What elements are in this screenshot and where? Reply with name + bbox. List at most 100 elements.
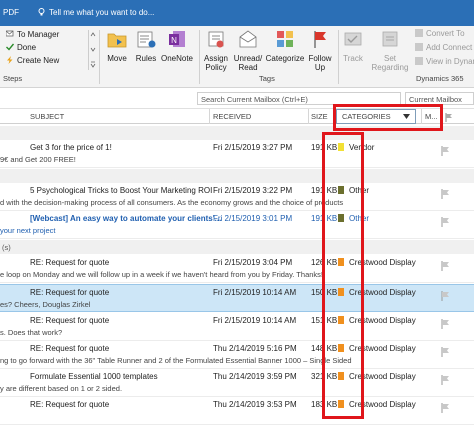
message-subject: RE: Request for quote bbox=[30, 258, 110, 267]
assign-policy-icon bbox=[208, 31, 224, 48]
tags-group-label: Tags bbox=[259, 74, 275, 83]
categorize-button[interactable]: Categorize bbox=[265, 28, 305, 63]
message-row[interactable]: Formulate Essential 1000 templates Thu 2… bbox=[0, 369, 474, 397]
convert-to-button[interactable]: Convert To bbox=[415, 29, 465, 38]
lightbulb-icon bbox=[38, 8, 45, 16]
message-received: Thu 2/14/2019 3:59 PM bbox=[213, 372, 297, 381]
set-regarding-button[interactable]: Set Regarding bbox=[367, 28, 413, 72]
message-received: Fri 2/15/2019 10:14 AM bbox=[213, 288, 297, 297]
message-subject: RE: Request for quote bbox=[30, 344, 110, 353]
assign-policy-button[interactable]: Assign Policy bbox=[202, 28, 230, 72]
title-bar: PDF Tell me what you want to do... bbox=[0, 0, 474, 26]
quick-steps-scroll[interactable] bbox=[88, 30, 96, 70]
column-size[interactable]: SIZE bbox=[311, 112, 328, 121]
quick-step-to-manager[interactable]: To Manager bbox=[6, 30, 59, 42]
message-received: Fri 2/15/2019 3:01 PM bbox=[213, 214, 293, 223]
flag-icon[interactable] bbox=[440, 261, 450, 271]
flag-icon[interactable] bbox=[440, 319, 450, 329]
message-preview: e loop on Monday and we will follow up i… bbox=[0, 270, 323, 279]
column-received[interactable]: RECEIVED bbox=[213, 112, 251, 121]
message-received: Fri 2/15/2019 3:04 PM bbox=[213, 258, 293, 267]
message-row[interactable]: RE: Request for quote Thu 2/14/2019 3:53… bbox=[0, 397, 474, 425]
rules-button[interactable]: Rules bbox=[133, 28, 159, 63]
group-header[interactable]: (s) bbox=[0, 240, 474, 254]
pdf-tab[interactable]: PDF bbox=[3, 8, 19, 17]
message-subject: RE: Request for quote bbox=[30, 400, 110, 409]
message-subject: RE: Request for quote bbox=[30, 288, 110, 297]
envelope-open-icon bbox=[239, 30, 257, 48]
flag-column-icon[interactable] bbox=[444, 113, 453, 122]
flag-icon[interactable] bbox=[440, 347, 450, 357]
message-preview: d with the decision-making process of al… bbox=[0, 198, 344, 207]
quick-step-create-new[interactable]: Create New bbox=[6, 56, 59, 68]
to-manager-icon bbox=[6, 30, 14, 37]
message-row[interactable]: 5 Psychological Tricks to Boost Your Mar… bbox=[0, 183, 474, 211]
message-received: Fri 2/15/2019 10:14 AM bbox=[213, 316, 297, 325]
unread-read-button[interactable]: Unread/ Read bbox=[232, 28, 264, 72]
column-subject[interactable]: SUBJECT bbox=[30, 112, 64, 121]
message-row[interactable]: [Webcast] An easy way to automate your c… bbox=[0, 211, 474, 239]
tell-me-box[interactable]: Tell me what you want to do... bbox=[38, 8, 154, 17]
message-preview: es? Cheers, Douglas Zirkel bbox=[0, 300, 91, 309]
set-regarding-icon bbox=[382, 31, 398, 47]
categorize-icon bbox=[277, 31, 293, 47]
scroll-arrows-icon bbox=[90, 32, 96, 68]
message-subject: Formulate Essential 1000 templates bbox=[30, 372, 158, 381]
flag-icon[interactable] bbox=[440, 146, 450, 156]
column-divider bbox=[209, 109, 210, 124]
ribbon: To Manager Done Create New Steps Move Ru… bbox=[0, 26, 474, 88]
message-preview: ng to go forward with the 36" Table Runn… bbox=[0, 356, 352, 365]
ribbon-separator bbox=[99, 30, 100, 84]
dynamics-icon bbox=[415, 57, 423, 65]
flag-icon bbox=[314, 31, 326, 48]
message-subject: RE: Request for quote bbox=[30, 316, 110, 325]
lightning-icon bbox=[7, 56, 13, 64]
onenote-button[interactable]: N OneNote bbox=[160, 28, 194, 63]
onenote-icon: N bbox=[169, 31, 185, 47]
message-preview: y are different based on 1 or 2 sided. bbox=[0, 384, 123, 393]
message-received: Thu 2/14/2019 5:16 PM bbox=[213, 344, 297, 353]
flag-icon[interactable] bbox=[440, 403, 450, 413]
view-in-dynamics-button[interactable]: View in Dynami bbox=[415, 57, 474, 66]
tell-me-text: Tell me what you want to do... bbox=[49, 8, 155, 17]
convert-icon bbox=[415, 29, 423, 37]
message-received: Fri 2/15/2019 3:27 PM bbox=[213, 143, 293, 152]
message-subject: Get 3 for the price of 1! bbox=[30, 143, 112, 152]
track-icon bbox=[344, 32, 362, 46]
message-preview: 9€ and Get 200 FREE! bbox=[0, 155, 76, 164]
message-preview: s. Does that work? bbox=[0, 328, 63, 337]
message-subject: [Webcast] An easy way to automate your c… bbox=[30, 214, 222, 223]
message-subject: 5 Psychological Tricks to Boost Your Mar… bbox=[30, 186, 213, 195]
message-row[interactable]: RE: Request for quote Fri 2/15/2019 10:1… bbox=[0, 313, 474, 341]
message-row[interactable]: RE: Request for quote Thu 2/14/2019 5:16… bbox=[0, 341, 474, 369]
follow-up-button[interactable]: Follow Up bbox=[306, 28, 334, 72]
message-row[interactable]: Get 3 for the price of 1! Fri 2/15/2019 … bbox=[0, 140, 474, 168]
flag-icon[interactable] bbox=[440, 217, 450, 227]
checkmark-icon bbox=[6, 43, 14, 51]
connection-icon bbox=[415, 43, 423, 51]
categories-column-highlight bbox=[322, 132, 364, 419]
track-button[interactable]: Track bbox=[341, 28, 365, 63]
dynamics-group-label: Dynamics 365 bbox=[416, 74, 464, 83]
column-divider bbox=[308, 109, 309, 124]
flag-icon[interactable] bbox=[440, 291, 450, 301]
rules-icon bbox=[137, 31, 156, 48]
steps-group-label: Steps bbox=[3, 74, 23, 83]
message-row-selected[interactable]: RE: Request for quote Fri 2/15/2019 10:1… bbox=[0, 284, 474, 312]
message-preview: your next project bbox=[0, 226, 56, 235]
quick-steps-gallery: To Manager Done Create New bbox=[0, 26, 92, 74]
ribbon-separator bbox=[199, 30, 200, 84]
group-header[interactable] bbox=[0, 169, 474, 183]
flag-icon[interactable] bbox=[440, 375, 450, 385]
quick-step-done[interactable]: Done bbox=[6, 43, 36, 55]
message-received: Fri 2/15/2019 3:22 PM bbox=[213, 186, 293, 195]
categories-header-highlight bbox=[333, 104, 443, 131]
move-folder-icon bbox=[107, 33, 127, 48]
flag-icon[interactable] bbox=[440, 189, 450, 199]
message-row[interactable]: RE: Request for quote Fri 2/15/2019 3:04… bbox=[0, 255, 474, 283]
move-button[interactable]: Move bbox=[103, 28, 131, 63]
ribbon-separator bbox=[338, 30, 339, 84]
svg-text:N: N bbox=[171, 36, 177, 45]
add-connection-button[interactable]: Add Connect bbox=[415, 43, 472, 52]
message-received: Thu 2/14/2019 3:53 PM bbox=[213, 400, 297, 409]
